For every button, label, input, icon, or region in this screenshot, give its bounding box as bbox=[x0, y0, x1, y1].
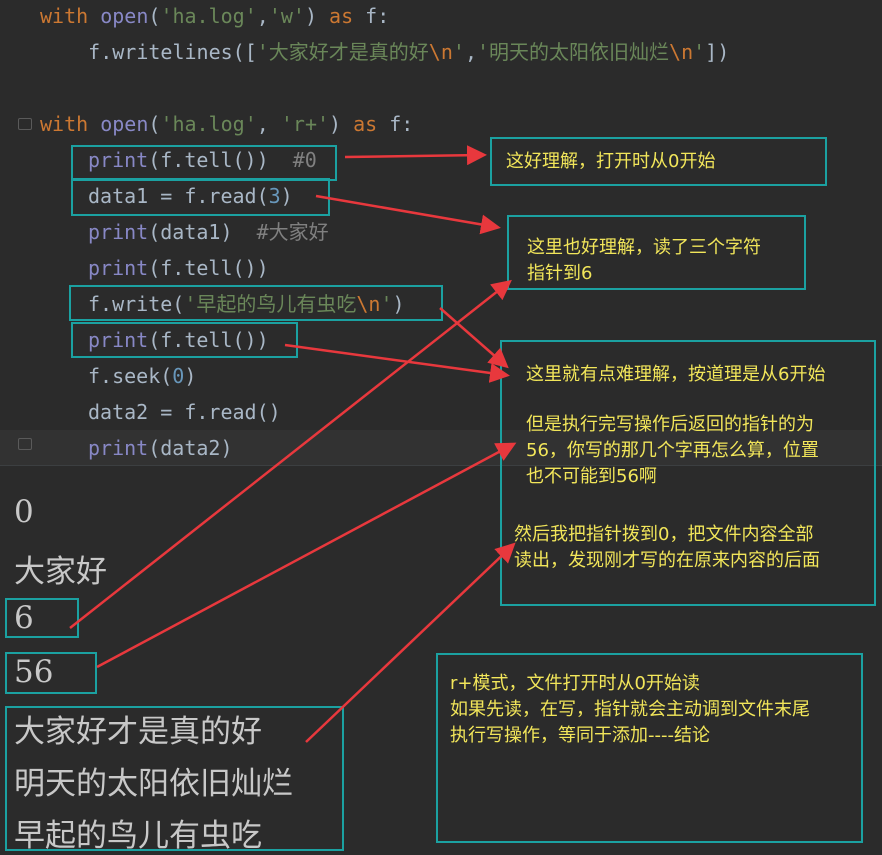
arrow-output-content bbox=[305, 542, 516, 743]
arrow-tell-zero bbox=[344, 145, 487, 166]
arrow-read-three bbox=[315, 194, 501, 235]
arrow-output-56 bbox=[96, 442, 517, 669]
arrow-output-6 bbox=[69, 279, 512, 629]
arrow-write bbox=[439, 307, 509, 369]
annotation-arrows bbox=[69, 145, 517, 743]
